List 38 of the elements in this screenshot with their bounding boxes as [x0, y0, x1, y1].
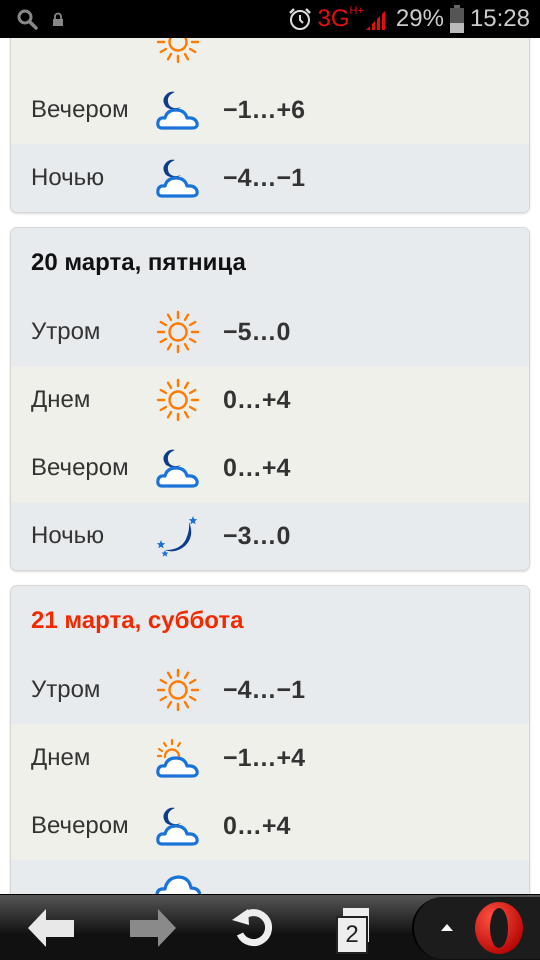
tabs-button[interactable]: 2: [306, 898, 406, 958]
lock-icon: [52, 12, 64, 26]
search-icon: [16, 8, 38, 30]
day-title: 20 марта, пятница: [31, 249, 246, 277]
clock-time: 15:28: [470, 5, 530, 33]
period-label: Вечером: [31, 454, 130, 482]
temperature: 0…+4: [223, 454, 290, 482]
period-label: Ночью: [31, 522, 106, 550]
period-label: Вечером: [31, 96, 130, 124]
period-label: Утром: [31, 676, 102, 704]
sun-icon: [155, 668, 201, 712]
network-subtype: H+: [350, 5, 364, 17]
temperature: −4…−1: [223, 676, 306, 704]
sun-icon: [155, 310, 201, 354]
network-type: 3G: [318, 5, 350, 33]
forward-icon: [130, 908, 176, 946]
battery-percent: 29%: [396, 5, 444, 33]
temperature: −1…+4: [223, 744, 306, 772]
back-icon: [28, 908, 74, 946]
opera-logo-icon: [474, 900, 524, 954]
day-title: 21 марта, суббота: [31, 607, 244, 635]
temperature: −1…+6: [223, 96, 306, 124]
sun-icon: [155, 378, 201, 422]
temperature: 0…+4: [223, 812, 290, 840]
temperature: 0…+4: [223, 386, 290, 414]
temperature: −3…0: [223, 522, 290, 550]
alarm-clock-icon: [288, 7, 312, 31]
caret-icon: [440, 924, 452, 931]
period-label: Вечером: [31, 812, 130, 840]
period-label: Днем: [31, 386, 92, 414]
temperature: −5…0: [223, 318, 290, 346]
sun-cloud-icon: [155, 736, 201, 780]
battery-icon: [450, 5, 464, 33]
period-label: Ночью: [31, 164, 106, 192]
period-label: Утром: [31, 318, 102, 346]
browser-menu-button[interactable]: [412, 896, 540, 958]
temperature: −4…−1: [223, 164, 306, 192]
period-label: Днем: [31, 744, 92, 772]
